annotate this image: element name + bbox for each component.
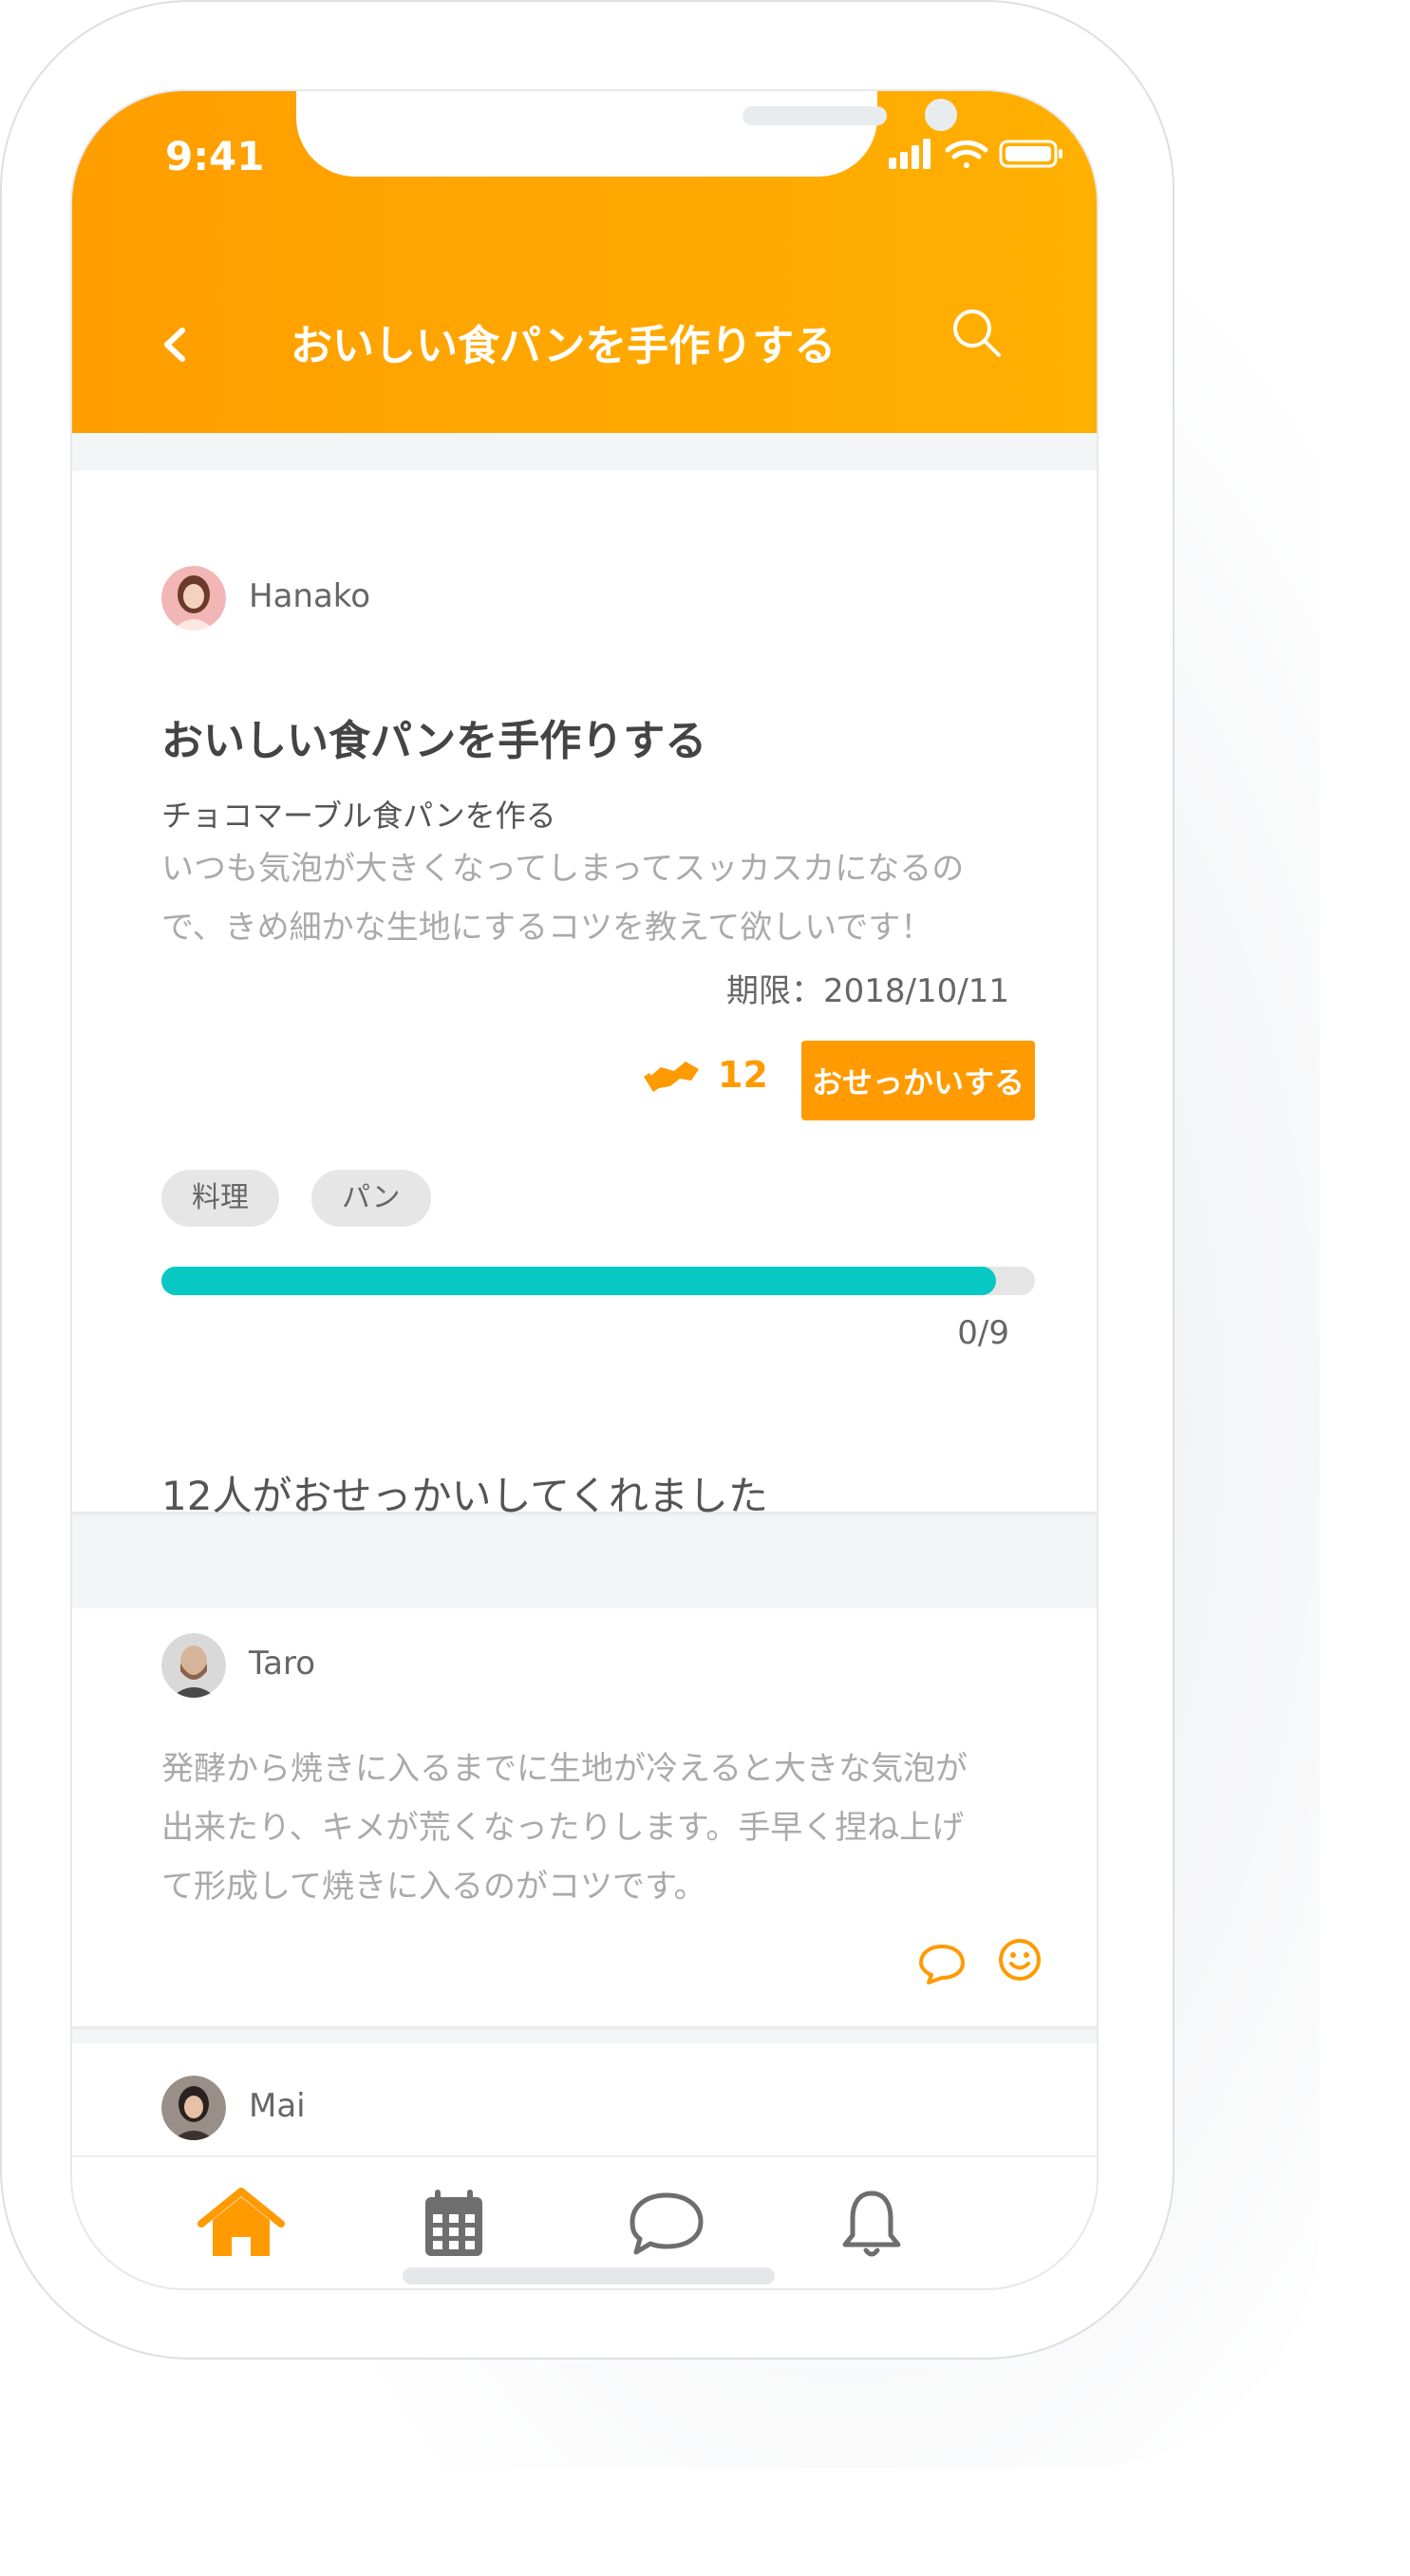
front-camera bbox=[925, 99, 957, 131]
progress-bar-fill bbox=[161, 1267, 996, 1295]
post-deadline: 期限：2018/10/11 bbox=[726, 972, 1009, 1010]
home-indicator[interactable] bbox=[403, 2267, 775, 2285]
progress-bar bbox=[161, 1267, 1035, 1295]
speech-bubble-icon[interactable] bbox=[915, 1937, 968, 1990]
app-screen: 9:41 おいしい食パンを手作りする Hanako おいしい食パンを手作りする … bbox=[70, 89, 1099, 2290]
status-icons bbox=[889, 139, 1062, 169]
wifi-icon bbox=[945, 140, 988, 168]
section-title: 12人がおせっかいしてくれました bbox=[161, 1473, 768, 1519]
tag-chip[interactable]: 料理 bbox=[161, 1170, 279, 1227]
app-header: 9:41 おいしい食パンを手作りする bbox=[72, 91, 1097, 433]
search-icon[interactable] bbox=[946, 302, 1008, 365]
calendar-icon[interactable] bbox=[408, 2186, 499, 2262]
comment-author[interactable]: Mai bbox=[249, 2087, 306, 2125]
comment-author[interactable]: Taro bbox=[249, 1645, 315, 1683]
battery-icon bbox=[999, 140, 1062, 168]
handshake-icon bbox=[644, 1062, 699, 1092]
home-icon[interactable] bbox=[196, 2186, 287, 2262]
chevron-left-icon[interactable] bbox=[150, 319, 201, 370]
comment-line: て形成して焼きに入るのがコツです。 bbox=[161, 1868, 706, 1906]
progress-text: 0/9 bbox=[957, 1314, 1009, 1352]
osekkai-button[interactable]: おせっかいする bbox=[801, 1041, 1035, 1120]
post-author[interactable]: Hanako bbox=[249, 577, 370, 615]
bell-icon[interactable] bbox=[826, 2186, 917, 2262]
avatar-mai[interactable] bbox=[161, 2076, 226, 2140]
post-title: おいしい食パンを手作りする bbox=[161, 717, 707, 765]
osekkai-count-value: 12 bbox=[718, 1054, 768, 1096]
device-notch bbox=[296, 91, 957, 177]
status-time: 9:41 bbox=[165, 133, 265, 179]
speaker-grille bbox=[743, 106, 887, 125]
post-description-line: いつも気泡が大きくなってしまってスッカスカになるの bbox=[161, 850, 965, 888]
post-description: いつも気泡が大きくなってしまってスッカスカになるの で、きめ細かな生地にするコツ… bbox=[161, 839, 1044, 957]
phone-frame: 9:41 おいしい食パンを手作りする Hanako おいしい食パンを手作りする … bbox=[0, 0, 1175, 2360]
post-description-line: で、きめ細かな生地にするコツを教えて欲しいです！ bbox=[161, 909, 933, 947]
avatar-hanako[interactable] bbox=[161, 566, 226, 630]
post-subtitle: チョコマーブル食パンを作る bbox=[161, 798, 556, 834]
comment-line: 発酵から焼きに入るまでに生地が冷えると大きな気泡が bbox=[161, 1750, 968, 1788]
tag-chip[interactable]: パン bbox=[311, 1170, 431, 1227]
page-title: おいしい食パンを手作りする bbox=[291, 322, 837, 370]
avatar-taro[interactable] bbox=[161, 1633, 226, 1698]
chat-icon[interactable] bbox=[621, 2186, 712, 2262]
comment-text: 発酵から焼きに入るまでに生地が冷えると大きな気泡が 出来たり、キメが荒くなったり… bbox=[161, 1739, 1044, 1916]
comment-line: 出来たり、キメが荒くなったりします。手早く捏ね上げ bbox=[161, 1809, 965, 1847]
smiley-icon[interactable] bbox=[993, 1933, 1046, 1986]
osekkai-count: 12 bbox=[642, 1050, 775, 1098]
signal-icon bbox=[889, 139, 931, 169]
